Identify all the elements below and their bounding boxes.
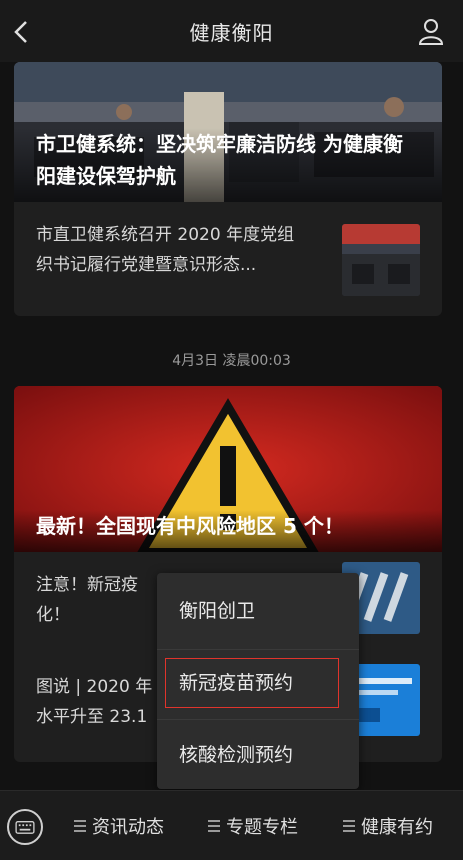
menu-divider <box>157 649 359 650</box>
news-card-1-hero[interactable]: 市卫健系统：坚决筑牢廉洁防线 为健康衡阳建设保驾护航 <box>14 62 442 202</box>
bottom-nav: 资讯动态 专题专栏 健康有约 <box>0 790 463 860</box>
page-title: 健康衡阳 <box>189 20 274 45</box>
menu-item-nucleic-acid-test-appointment[interactable]: 核酸检测预约 <box>157 727 359 783</box>
user-profile-icon[interactable] <box>417 17 445 45</box>
tab-news[interactable]: 资讯动态 <box>74 813 164 839</box>
news-card-1-headline: 市卫健系统：坚决筑牢廉洁防线 为健康衡阳建设保驾护航 <box>14 128 442 202</box>
tab-topics[interactable]: 专题专栏 <box>208 813 298 839</box>
timestamp: 4月3日 凌晨00:03 <box>172 353 291 369</box>
menu-lines-icon <box>208 817 220 835</box>
popup-menu: 衡阳创卫 新冠疫苗预约 核酸检测预约 <box>157 573 359 789</box>
tab-health-label: 健康有约 <box>361 817 433 838</box>
menu-lines-icon <box>74 817 86 835</box>
news-card-2-headline: 最新！全国现有中风险地区 5 个！ <box>14 510 442 552</box>
tab-news-label: 资讯动态 <box>92 817 164 838</box>
meeting-thumbnail <box>342 224 420 296</box>
menu-lines-icon <box>343 817 355 835</box>
menu-item-hengyang-chuangwei[interactable]: 衡阳创卫 <box>157 583 359 639</box>
news-card-1-sub-item[interactable]: 市直卫健系统召开 2020 年度党组织书记履行党建暨意识形态... <box>14 202 442 316</box>
menu-divider <box>157 719 359 720</box>
tab-health[interactable]: 健康有约 <box>343 813 433 839</box>
tab-topics-label: 专题专栏 <box>226 817 298 838</box>
news-card-2-hero[interactable]: 最新！全国现有中风险地区 5 个！ <box>14 386 442 556</box>
news-card-1-sub-text: 市直卫健系统召开 2020 年度党组织书记履行党建暨意识形态... <box>36 225 295 275</box>
keyboard-icon[interactable] <box>7 809 43 845</box>
news-card-1[interactable]: 市卫健系统：坚决筑牢廉洁防线 为健康衡阳建设保驾护航 市直卫健系统召开 2020… <box>14 62 442 316</box>
top-bar: 健康衡阳 <box>0 0 463 62</box>
menu-item-covid-vaccine-appointment[interactable]: 新冠疫苗预约 <box>165 658 339 708</box>
back-arrow-icon[interactable] <box>10 18 34 46</box>
